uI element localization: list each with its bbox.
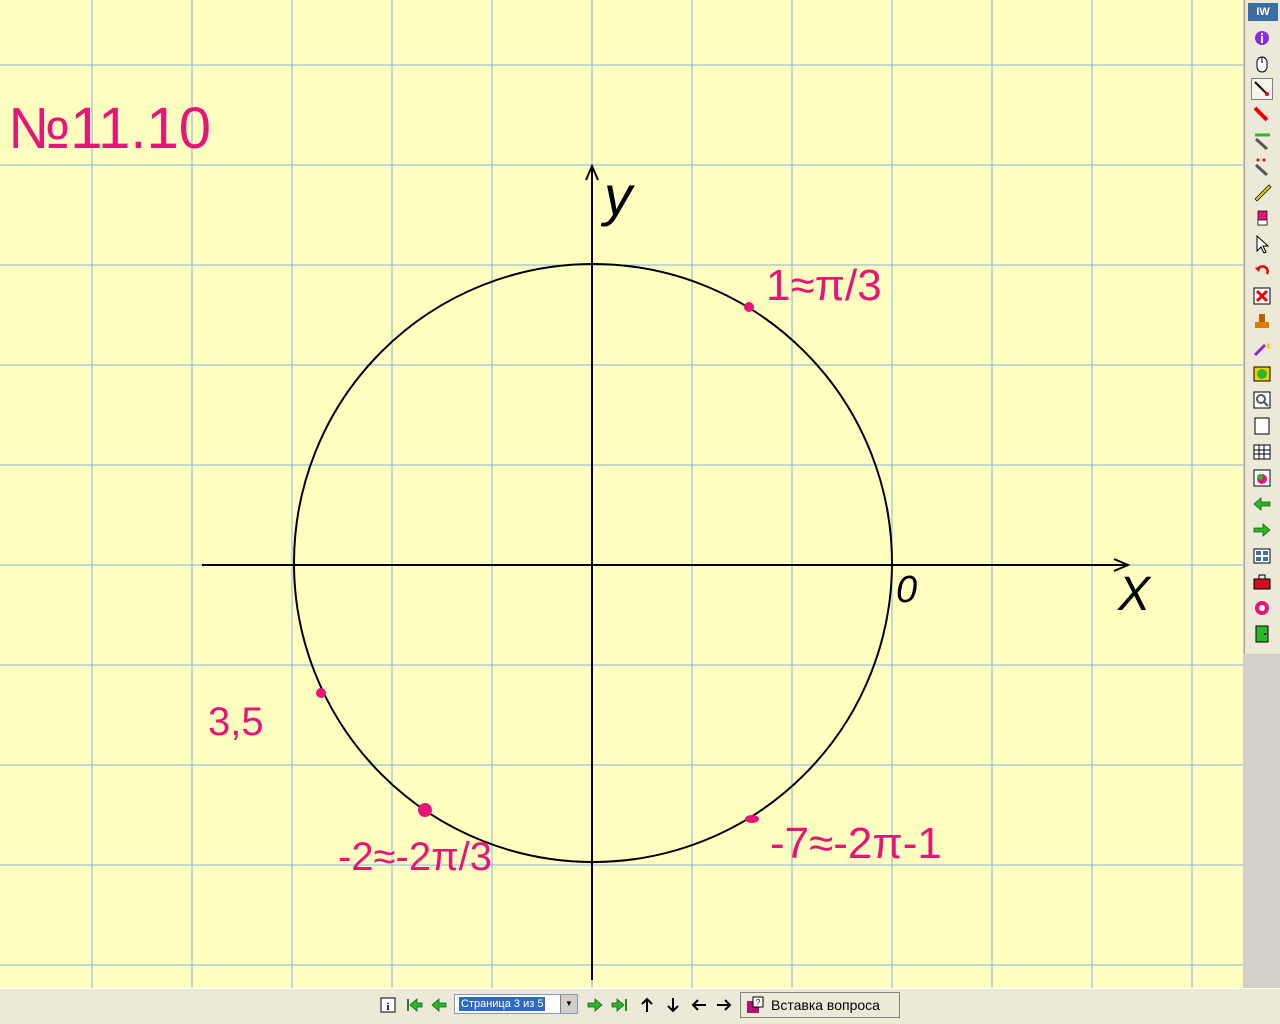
point-minus-7-rad [745, 815, 759, 823]
highlighter-icon[interactable] [1251, 130, 1273, 152]
x-axis-label: X [1117, 568, 1152, 621]
delete-icon[interactable] [1251, 285, 1273, 307]
page-select[interactable]: Страница 3 из 5 ▼ [454, 994, 578, 1014]
stamp-icon[interactable] [1251, 311, 1273, 333]
point-minus-2-rad [418, 803, 432, 817]
annotation-minus-7-approx: -7≈-2π-1 [770, 819, 942, 868]
bottom-navigation-bar: i Страница 3 из 5 ▼ ? Вставка вопроса [0, 988, 1280, 1024]
annotation-minus-2-approx: -2≈-2π/3 [338, 835, 492, 879]
y-axis-label: y [600, 164, 635, 227]
arrow-down-icon[interactable] [662, 994, 684, 1016]
annotation-1-approx-pi-3: 1≈π/3 [766, 261, 882, 310]
exit-icon[interactable] [1251, 623, 1273, 645]
right-toolbar: IW [1244, 0, 1280, 654]
magic-pen-icon[interactable] [1251, 156, 1273, 178]
insert-question-label: Вставка вопроса [771, 997, 880, 1013]
search-icon[interactable] [1251, 389, 1273, 411]
page-sorter-icon[interactable] [1251, 545, 1273, 567]
chevron-down-icon[interactable]: ▼ [560, 995, 577, 1013]
prev-page-icon[interactable] [428, 994, 450, 1016]
mouse-icon[interactable] [1251, 53, 1273, 75]
blank-page-icon[interactable] [1251, 415, 1273, 437]
prev-page-icon[interactable] [1251, 493, 1273, 515]
insert-image-icon[interactable] [1251, 467, 1273, 489]
origin-label: 0 [896, 569, 917, 611]
svg-text:i: i [386, 1001, 389, 1013]
whiteboard-canvas[interactable]: X y 0 №11.10 1≈π/3 3,5 -2≈-2π/3 -7≈-2π-1 [0, 0, 1243, 988]
grid-page-icon[interactable] [1251, 441, 1273, 463]
help-icon[interactable] [1251, 597, 1273, 619]
info-icon[interactable]: i [377, 994, 399, 1016]
undo-icon[interactable] [1251, 259, 1273, 281]
info-icon[interactable] [1251, 27, 1273, 49]
toolbar-logo[interactable]: IW [1248, 3, 1278, 21]
pointer-icon[interactable] [1251, 233, 1273, 255]
arrow-left-icon[interactable] [688, 994, 710, 1016]
eraser-icon[interactable] [1251, 207, 1273, 229]
annotation-3-5: 3,5 [208, 700, 264, 744]
marker-icon[interactable] [1251, 104, 1273, 126]
point-1-rad [744, 302, 754, 312]
toolbox-icon[interactable] [1251, 571, 1273, 593]
next-page-icon[interactable] [1251, 519, 1273, 541]
page-select-value: Страница 3 из 5 [459, 997, 546, 1011]
task-number: №11.10 [8, 96, 211, 161]
last-page-icon[interactable] [609, 994, 631, 1016]
next-page-icon[interactable] [584, 994, 606, 1016]
svg-text:?: ? [756, 998, 761, 1007]
first-page-icon[interactable] [403, 994, 425, 1016]
insert-question-button[interactable]: ? Вставка вопроса [740, 992, 900, 1018]
image-icon[interactable] [1251, 363, 1273, 385]
arrow-up-icon[interactable] [636, 994, 658, 1016]
point-3-5-rad [316, 688, 326, 698]
arrow-right-icon[interactable] [713, 994, 735, 1016]
magic-wand-icon[interactable] [1251, 337, 1273, 359]
ruler-icon[interactable] [1251, 181, 1273, 203]
pen-tool-icon[interactable] [1251, 78, 1273, 100]
question-icon: ? [747, 996, 764, 1013]
